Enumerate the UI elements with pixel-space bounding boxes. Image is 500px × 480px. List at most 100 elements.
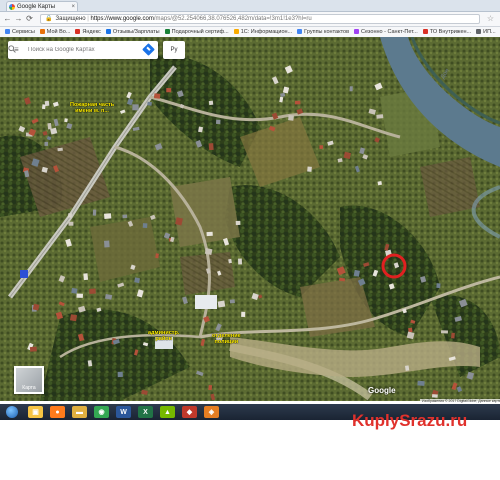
house-roof — [68, 221, 74, 226]
bookmark-item[interactable]: ИП... — [476, 27, 496, 37]
house-roof — [215, 119, 221, 125]
excel-taskbar-icon[interactable]: X — [138, 406, 153, 418]
bookmark-item[interactable]: Мой Во... — [39, 27, 71, 37]
house-roof — [217, 300, 226, 308]
house-roof — [147, 101, 152, 106]
house-roof — [64, 118, 68, 123]
police-label[interactable]: отделение полиции — [212, 333, 241, 345]
app8-taskbar-icon[interactable]: ◆ — [182, 406, 197, 418]
chrome-taskbar-icon[interactable]: ◉ — [94, 406, 109, 418]
close-tab-icon[interactable]: × — [71, 2, 75, 11]
house-roof — [208, 385, 213, 391]
map-search-box: ≡ — [8, 41, 158, 59]
bookmark-label: ИП... — [483, 29, 496, 35]
tab-title: Google Карты — [17, 4, 56, 10]
browser-tab[interactable]: Google Карты × — [6, 1, 78, 11]
administration-label[interactable]: администр. район — [148, 330, 179, 342]
bookmark-item[interactable]: ТО Внутрижен... — [422, 27, 472, 37]
folder-taskbar-icon[interactable]: ▬ — [72, 406, 87, 418]
bookmark-item[interactable]: Сезонно - Санкт-Пет... — [354, 27, 418, 37]
bookmark-favicon-icon — [164, 29, 170, 34]
house-roof — [405, 365, 410, 371]
fire-station-label[interactable]: Пожарная часть имени м. п... — [70, 102, 114, 114]
bookmark-favicon-icon — [75, 29, 81, 34]
house-roof — [69, 314, 78, 322]
map-type-toggle[interactable]: Карта — [14, 366, 44, 394]
house-roof — [122, 214, 128, 219]
bookmark-label: Сервисы — [12, 29, 35, 35]
url-host: https://www.google.com — [90, 16, 154, 22]
nvidia-taskbar-icon[interactable]: ▲ — [160, 406, 175, 418]
house-roof — [417, 380, 425, 386]
lock-icon: 🔒 — [45, 16, 53, 22]
bookmark-label: 1С: Информацион... — [240, 29, 293, 35]
house-roof — [83, 273, 89, 281]
house-roof — [353, 269, 361, 277]
bookmark-label: Мой Во... — [46, 29, 71, 35]
word-taskbar-icon[interactable]: W — [116, 406, 131, 418]
bookmark-item[interactable]: Группы контактов — [297, 27, 349, 37]
house-roof — [208, 100, 214, 106]
house-roof — [339, 277, 346, 282]
large-building — [195, 295, 217, 309]
house-roof — [32, 303, 40, 311]
house-roof — [349, 86, 353, 92]
bookmark-label: Отзывы/Зарплаты — [112, 29, 160, 35]
firefox-taskbar-icon[interactable]: ● — [50, 406, 65, 418]
bookmark-label: Подарочный сертиф... — [171, 29, 229, 35]
bookmark-label: Группы контактов — [304, 29, 350, 35]
large-building — [20, 270, 28, 278]
bookmark-favicon-icon — [354, 29, 360, 34]
house-roof — [155, 253, 159, 259]
google-maps-favicon-icon — [9, 4, 15, 10]
search-icon[interactable] — [8, 45, 16, 53]
house-roof — [343, 151, 351, 159]
house-roof — [153, 93, 161, 99]
house-roof — [228, 258, 232, 264]
house-roof — [142, 223, 148, 229]
bookmark-favicon-icon — [39, 29, 45, 34]
house-roof — [104, 240, 110, 248]
house-roof — [117, 371, 123, 378]
house-roof — [44, 100, 50, 107]
bookmark-star-icon[interactable]: ☆ — [487, 14, 494, 24]
reload-icon[interactable]: ⟳ — [25, 14, 34, 24]
bookmark-item[interactable]: Яндекс — [75, 27, 101, 37]
satellite-map[interactable]: ≡ Ру Дон Пожарная частьимени м. п... адм… — [0, 37, 500, 401]
house-roof — [241, 311, 246, 318]
house-roof — [29, 346, 37, 352]
bookmark-favicon-icon — [422, 29, 428, 34]
tab-strip: Google Карты × — [0, 0, 500, 12]
bookmark-item[interactable]: 1С: Информацион... — [233, 27, 293, 37]
back-icon[interactable]: ← — [3, 14, 12, 24]
bookmark-favicon-icon — [297, 29, 303, 34]
house-roof — [319, 145, 324, 149]
bookmark-label: Яндекс — [82, 29, 101, 35]
bookmark-item[interactable]: Отзывы/Зарплаты — [105, 27, 160, 37]
house-roof — [41, 104, 46, 110]
house-roof — [134, 277, 141, 284]
bookmark-item[interactable]: Сервисы — [5, 27, 35, 37]
url-path: /maps/@52.254066,38.076526,482m/data=!3m… — [153, 16, 312, 22]
house-roof — [288, 114, 294, 121]
map-search-input[interactable] — [28, 44, 128, 56]
app9-taskbar-icon[interactable]: ◈ — [204, 406, 219, 418]
house-roof — [294, 100, 301, 105]
start-button-icon[interactable] — [6, 406, 18, 418]
forward-icon[interactable]: → — [14, 14, 23, 24]
bookmark-favicon-icon — [105, 29, 111, 34]
url-field[interactable]: 🔒 Защищено | https://www.google.com/maps/… — [40, 14, 480, 24]
house-roof — [67, 213, 72, 218]
house-roof — [237, 258, 243, 265]
house-roof — [431, 394, 438, 398]
house-roof — [307, 166, 312, 172]
explorer-taskbar-icon[interactable]: ▣ — [28, 406, 43, 418]
house-roof — [436, 283, 441, 289]
language-chip[interactable]: Ру — [163, 41, 185, 59]
site-watermark: KuplуSrazu.ru — [352, 411, 468, 430]
directions-icon[interactable] — [142, 43, 155, 56]
bookmark-item[interactable]: Подарочный сертиф... — [164, 27, 229, 37]
house-roof — [377, 181, 382, 186]
bookmark-favicon-icon — [233, 29, 239, 34]
bookmark-label: ТО Внутрижен... — [429, 29, 472, 35]
